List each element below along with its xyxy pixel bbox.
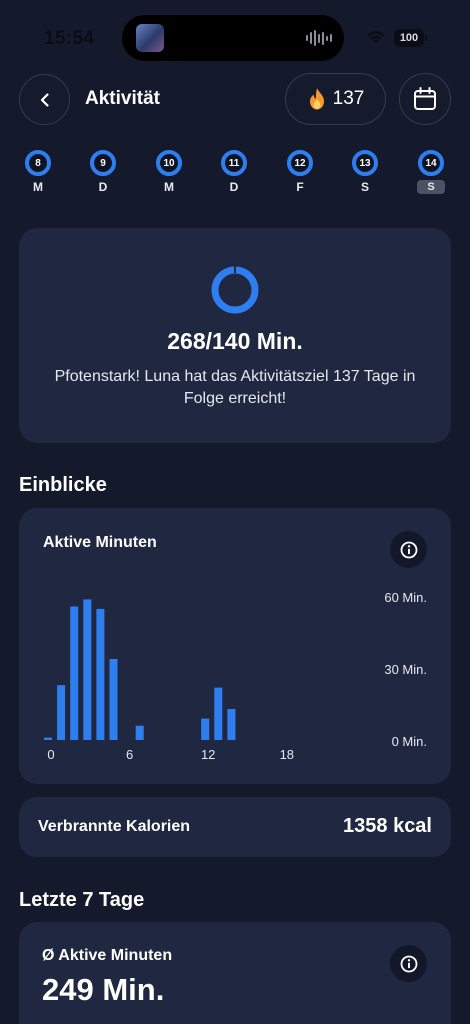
day-11[interactable]: 11 D [216, 149, 252, 194]
day-number: 8 [35, 157, 41, 169]
chart-bar [214, 687, 223, 740]
y-tick-label: 0 Min. [392, 734, 427, 749]
info-icon [400, 955, 417, 972]
day-progress-ring: 11 [220, 149, 248, 177]
active-minutes-chart: 60 Min. 30 Min. 0 Min. 0 6 12 18 [44, 590, 427, 762]
last-7-days-heading: Letzte 7 Tage [19, 889, 145, 911]
streak-button[interactable]: 137 [285, 73, 386, 125]
week-selector: 8 M 9 D 10 M 11 D 12 F 13 S 14 S [0, 149, 470, 199]
day-letter: D [229, 180, 239, 194]
chart-bar [227, 709, 236, 740]
calendar-button[interactable] [399, 73, 451, 125]
wifi-icon [367, 31, 385, 44]
chart-bar [109, 659, 118, 740]
goal-message: Pfotenstark! Luna hat das Aktivitätsziel… [54, 368, 416, 407]
y-tick-label: 60 Min. [384, 590, 427, 605]
day-number: 10 [163, 157, 175, 169]
x-tick-label: 12 [201, 747, 215, 762]
day-letter: D [98, 180, 108, 194]
day-9[interactable]: 9D [85, 149, 121, 194]
day-letter: S [417, 180, 445, 194]
dynamic-island[interactable] [122, 15, 344, 61]
average-minutes-label: Ø Aktive Minuten [42, 947, 173, 964]
calories-label: Verbrannte Kalorien [38, 818, 191, 835]
x-tick-label: 0 [47, 747, 54, 762]
day-10[interactable]: 10 M [151, 149, 187, 194]
top-nav: Aktivität 137 [0, 72, 470, 126]
day-letter: M [33, 180, 43, 194]
calories-value: 1358 kcal [343, 815, 432, 837]
day-8[interactable]: 8M [20, 149, 56, 194]
chart-bar [44, 737, 52, 740]
day-progress-ring: 12 [286, 149, 314, 177]
battery-indicator: 100 [394, 29, 427, 47]
audio-waveform-icon [306, 30, 332, 46]
chart-bar [135, 725, 144, 740]
insights-heading: Einblicke [19, 474, 107, 496]
day-progress-ring: 10 [155, 149, 183, 177]
x-tick-label: 18 [280, 747, 294, 762]
day-number: 12 [294, 157, 306, 169]
day-number: 13 [359, 157, 371, 169]
status-time: 15:54 [44, 28, 95, 49]
chevron-left-icon [40, 92, 49, 107]
day-number: 11 [228, 157, 240, 169]
day-letter: F [296, 180, 304, 194]
day-number: 9 [100, 157, 106, 169]
average-minutes-info-button[interactable] [390, 945, 427, 982]
flame-icon [309, 88, 324, 110]
average-minutes-card: Ø Aktive Minuten 249 Min. [19, 922, 451, 1024]
day-12[interactable]: 12 F [282, 149, 318, 194]
chart-bar [83, 599, 92, 740]
day-progress-ring: 13 [351, 149, 379, 177]
back-button[interactable] [19, 74, 70, 125]
chart-bar [70, 606, 79, 740]
y-tick-label: 30 Min. [384, 662, 427, 677]
day-13[interactable]: 13 S [347, 149, 383, 194]
chart-bar [57, 685, 66, 740]
day-14[interactable]: 14 S [413, 149, 449, 195]
calories-card: Verbrannte Kalorien 1358 kcal [19, 797, 451, 857]
calendar-icon [414, 87, 436, 110]
goal-value: 268/140 Min. [167, 328, 303, 354]
day-number: 14 [425, 157, 437, 169]
goal-progress-ring [211, 266, 259, 314]
active-minutes-card: Aktive Minuten 60 Min. 30 Min. 0 Min. 0 6 12 1… [19, 508, 451, 784]
day-letter: M [164, 180, 174, 194]
now-playing-artwork-icon [136, 24, 164, 52]
day-progress-ring: 9 [89, 149, 117, 177]
daily-goal-card: 268/140 Min. Pfotenstark! Luna hat das A… [19, 228, 451, 443]
page-title: Aktivität [85, 88, 160, 109]
day-progress-ring: 8 [24, 149, 52, 177]
day-letter: S [360, 180, 369, 194]
chart-bar [201, 718, 210, 740]
day-progress-ring: 14 [417, 149, 445, 177]
status-bar: 15:54 100 [0, 0, 470, 76]
streak-count: 137 [332, 88, 365, 109]
x-tick-label: 6 [126, 747, 133, 762]
average-minutes-value: 249 Min. [42, 972, 165, 1007]
chart-bar [96, 608, 105, 740]
